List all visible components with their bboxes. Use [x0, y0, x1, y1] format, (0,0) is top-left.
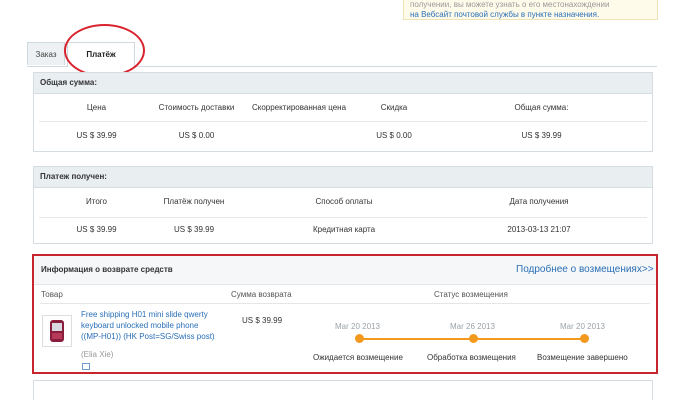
step-1-label: Ожидается возмещение	[313, 353, 403, 362]
received-divider	[39, 217, 647, 218]
received-value-paid: US $ 39.99	[173, 225, 215, 234]
received-header-method: Способ оплаты	[315, 197, 373, 206]
refund-col-product: Товар	[41, 290, 63, 299]
payment-received-panel: Платеж получен: Итого Платёж получен Спо…	[33, 166, 653, 244]
received-value-total: US $ 39.99	[76, 225, 117, 234]
refund-amount: US $ 39.99	[242, 316, 283, 325]
phone-icon	[50, 320, 64, 342]
refund-more-link[interactable]: Подробнее о возмещениях>>	[516, 264, 654, 275]
total-value-shipping: US $ 0.00	[178, 131, 215, 140]
tab-order[interactable]: Заказ	[27, 42, 65, 65]
step-3-dot	[580, 334, 589, 343]
received-header-date: Дата получения	[509, 197, 569, 206]
payment-received-title: Платеж получен:	[34, 167, 652, 188]
total-header-discount: Скидка	[380, 103, 408, 112]
total-header-adjusted: Скорректированная цена	[251, 103, 347, 112]
refund-panel: Информация о возврате средств Подробнее …	[32, 254, 658, 374]
product-thumbnail[interactable]	[42, 315, 72, 347]
next-panel-edge	[33, 380, 653, 400]
step-2-label: Обработка возмещения	[427, 353, 516, 362]
total-value-sum: US $ 39.99	[521, 131, 562, 140]
notice-box: получении, вы можете узнать о его местон…	[403, 0, 658, 20]
step-2-date: Mar 26 2013	[450, 322, 495, 331]
product-name-line-1: Free shipping H01 mini slide qwerty	[81, 310, 208, 319]
refund-title: Информация о возврате средств	[41, 265, 173, 274]
step-3-label: Возмещение завершено	[537, 353, 628, 362]
refund-col-status: Статус возмещения	[434, 290, 508, 299]
received-header-total: Итого	[86, 197, 107, 206]
total-panel: Общая сумма: Цена Стоимость доставки Ско…	[33, 72, 653, 152]
total-header-shipping: Стоимость доставки	[158, 103, 235, 112]
total-value-price: US $ 39.99	[76, 131, 117, 140]
highlight-circle	[64, 24, 145, 77]
step-1-dot	[355, 334, 364, 343]
received-value-date: 2013-03-13 21:07	[507, 225, 571, 234]
refund-divider	[40, 303, 650, 304]
postal-website-link[interactable]: на Вебсайт почтовой службы в пункте назн…	[410, 10, 599, 19]
product-name-line-3: ((MP-H01)) (HK Post=SG/Swiss post)	[81, 332, 215, 341]
step-3-date: Mar 20 2013	[560, 322, 605, 331]
message-icon[interactable]	[82, 363, 90, 370]
total-value-discount: US $ 0.00	[376, 131, 412, 140]
received-value-method: Кредитная карта	[312, 225, 376, 234]
total-panel-title: Общая сумма:	[34, 73, 652, 94]
total-header-price: Цена	[86, 103, 107, 112]
product-name-line-2: keyboard unlocked mobile phone	[81, 321, 199, 330]
seller-name: (Elia Xie)	[81, 350, 114, 359]
step-1-date: Mar 20 2013	[335, 322, 380, 331]
refund-col-amount: Сумма возврата	[231, 290, 292, 299]
notice-text: получении, вы можете узнать о его местон…	[410, 0, 610, 9]
total-divider	[39, 121, 647, 122]
received-header-paid: Платёж получен	[163, 197, 225, 206]
product-name-link[interactable]: Free shipping H01 mini slide qwerty keyb…	[81, 309, 241, 342]
step-2-dot	[469, 334, 478, 343]
total-header-sum: Общая сумма:	[514, 103, 569, 112]
